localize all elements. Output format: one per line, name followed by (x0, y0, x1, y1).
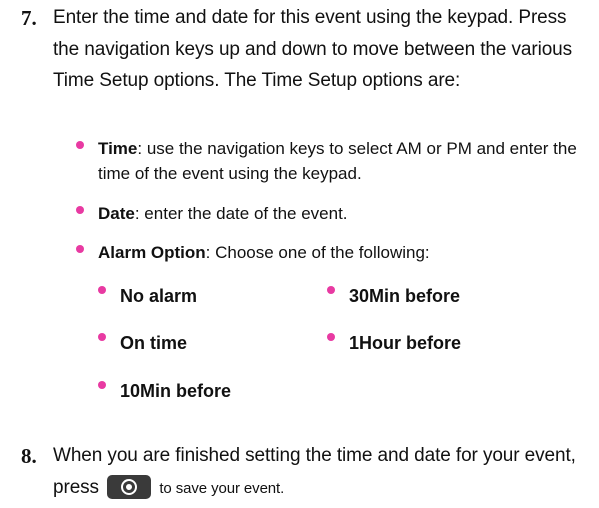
step-number: 8. (21, 444, 37, 468)
alarm-option-label: 1Hour before (349, 333, 462, 353)
option-desc: : enter the date of the event. (134, 204, 348, 223)
option-term: Date (98, 204, 135, 223)
option-body: Alarm Option: Choose one of the followin… (98, 240, 598, 265)
option-term: Time (98, 139, 138, 158)
ok-key-icon (107, 475, 152, 500)
step-number: 7. (21, 6, 37, 30)
bullet-icon (98, 286, 106, 294)
step-text: Enter the time and date for this event u… (53, 7, 573, 91)
option-desc: : Choose one of the following: (205, 243, 430, 262)
alarm-option-label: 10Min before (120, 381, 232, 401)
bullet-icon (98, 333, 106, 341)
step-text-after: to save your event. (159, 479, 285, 497)
alarm-option-label: No alarm (120, 286, 198, 306)
alarm-option-label: On time (120, 333, 188, 353)
option-desc: : use the navigation keys to select AM o… (98, 139, 577, 183)
bullet-icon (327, 333, 335, 341)
step-8: 8. When you are finished setting the tim… (0, 440, 590, 506)
bullet-icon (76, 245, 84, 253)
option-body: Time: use the navigation keys to select … (98, 136, 598, 186)
option-body: Date: enter the date of the event. (98, 201, 598, 226)
bullet-icon (98, 381, 106, 389)
step-7: 7. Enter the time and date for this even… (0, 2, 590, 132)
alarm-option-label: 30Min before (349, 286, 461, 306)
bullet-icon (76, 206, 84, 214)
option-term: Alarm Option (98, 243, 206, 262)
step-text: When you are finished setting the time a… (53, 440, 588, 504)
bullet-icon (327, 286, 335, 294)
bullet-icon (76, 141, 84, 149)
